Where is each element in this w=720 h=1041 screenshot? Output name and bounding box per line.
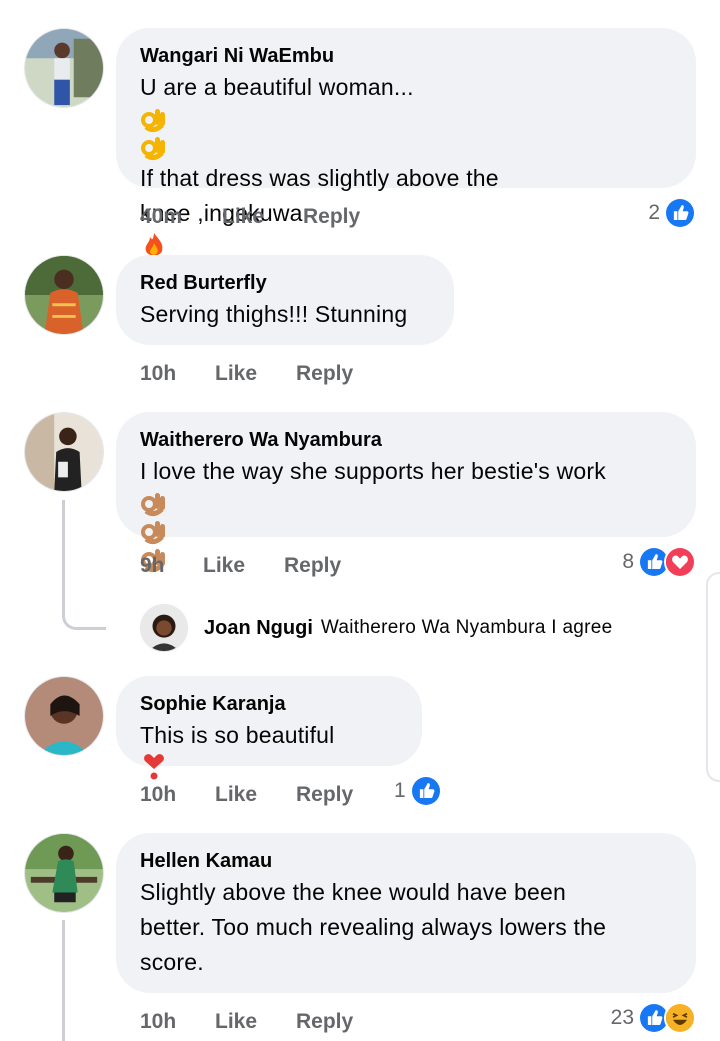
like-button[interactable]: Like [215, 1007, 257, 1037]
comment-line: If that dress was slightly above the [140, 165, 499, 191]
comment-time[interactable]: 10h [140, 780, 176, 810]
reaction-summary[interactable]: 2 [648, 196, 696, 230]
avatar[interactable] [24, 412, 104, 492]
comment-actions: 40m Like Reply [140, 202, 440, 232]
reply-preview[interactable]: Joan Ngugi Waitherero Wa Nyambura I agre… [140, 604, 613, 652]
avatar[interactable] [24, 255, 104, 335]
reply-button[interactable]: Reply [284, 551, 341, 581]
comment-bubble: Waitherero Wa Nyambura I love the way sh… [116, 412, 696, 573]
reaction-summary[interactable]: 1 [394, 774, 442, 808]
reply-text: Waitherero Wa Nyambura I agree [320, 617, 613, 638]
comment-line: This is so beautiful [140, 722, 335, 748]
comment-bubble: Sophie Karanja This is so beautiful [116, 676, 422, 780]
heart-exclamation-emoji [140, 753, 168, 781]
comment-time[interactable]: 9h [140, 551, 165, 581]
reply-button[interactable]: Reply [303, 202, 360, 232]
scroll-handle[interactable] [706, 572, 720, 782]
comment-line: U are a beautiful woman... [140, 74, 414, 100]
like-reaction-icon [664, 197, 696, 229]
thread-line [62, 500, 65, 618]
comment-text: Slightly above the knee would have been … [140, 875, 672, 980]
comment-bubble: Wangari Ni WaEmbu U are a beautiful woma… [116, 28, 696, 256]
comment-actions: 10h Like Reply [140, 359, 440, 389]
like-button[interactable]: Like [215, 780, 257, 810]
comment-actions: 9h Like Reply [140, 551, 440, 581]
comment-line: Slightly above the knee would have been [140, 879, 566, 905]
comment-author[interactable]: Wangari Ni WaEmbu [140, 42, 672, 70]
like-button[interactable]: Like [215, 359, 257, 389]
avatar[interactable] [24, 676, 104, 756]
reply-button[interactable]: Reply [296, 1007, 353, 1037]
ok-hand-emoji [140, 105, 168, 133]
reply-button[interactable]: Reply [296, 780, 353, 810]
like-reaction-icon [409, 775, 442, 807]
comment-actions: 10h Like Reply [140, 1007, 440, 1037]
reply-author[interactable]: Joan Ngugi [204, 617, 313, 640]
comment-bubble: Red Burterfly Serving thighs!!! Stunning [116, 255, 454, 345]
comment-line: score. [140, 949, 204, 975]
ok-hand-emoji [140, 489, 168, 517]
reaction-count: 8 [622, 550, 634, 573]
ok-hand-emoji [140, 517, 168, 545]
thread-line [62, 920, 65, 1041]
comment-time[interactable]: 40m [140, 202, 182, 232]
avatar[interactable] [24, 28, 104, 108]
comment-author[interactable]: Red Burterfly [140, 269, 430, 297]
thread-line [62, 616, 106, 630]
comment-text: Serving thighs!!! Stunning [140, 297, 430, 332]
comment-author[interactable]: Sophie Karanja [140, 690, 398, 718]
reaction-count: 2 [648, 201, 660, 224]
comment-time[interactable]: 10h [140, 1007, 176, 1037]
reaction-summary[interactable]: 23 [611, 1001, 696, 1035]
love-reaction-icon [664, 546, 696, 578]
avatar[interactable] [24, 833, 104, 913]
reaction-summary[interactable]: 8 [622, 545, 696, 579]
comment-author[interactable]: Waitherero Wa Nyambura [140, 426, 672, 454]
comment-line: Serving thighs!!! Stunning [140, 301, 408, 327]
comment-line: I love the way she supports her bestie's… [140, 458, 606, 484]
comment-text: This is so beautiful [140, 718, 398, 781]
comment-line: better. Too much revealing always lowers… [140, 914, 607, 940]
comment-time[interactable]: 10h [140, 359, 176, 389]
avatar[interactable] [140, 604, 188, 652]
reaction-count: 23 [610, 1006, 634, 1029]
reply-button[interactable]: Reply [296, 359, 353, 389]
ok-hand-emoji [140, 133, 168, 161]
like-button[interactable]: Like [222, 202, 264, 232]
reaction-count: 1 [394, 779, 406, 802]
like-button[interactable]: Like [203, 551, 245, 581]
haha-reaction-icon [664, 1002, 696, 1034]
comment-bubble: Hellen Kamau Slightly above the knee wou… [116, 833, 696, 993]
comment-author[interactable]: Hellen Kamau [140, 847, 672, 875]
